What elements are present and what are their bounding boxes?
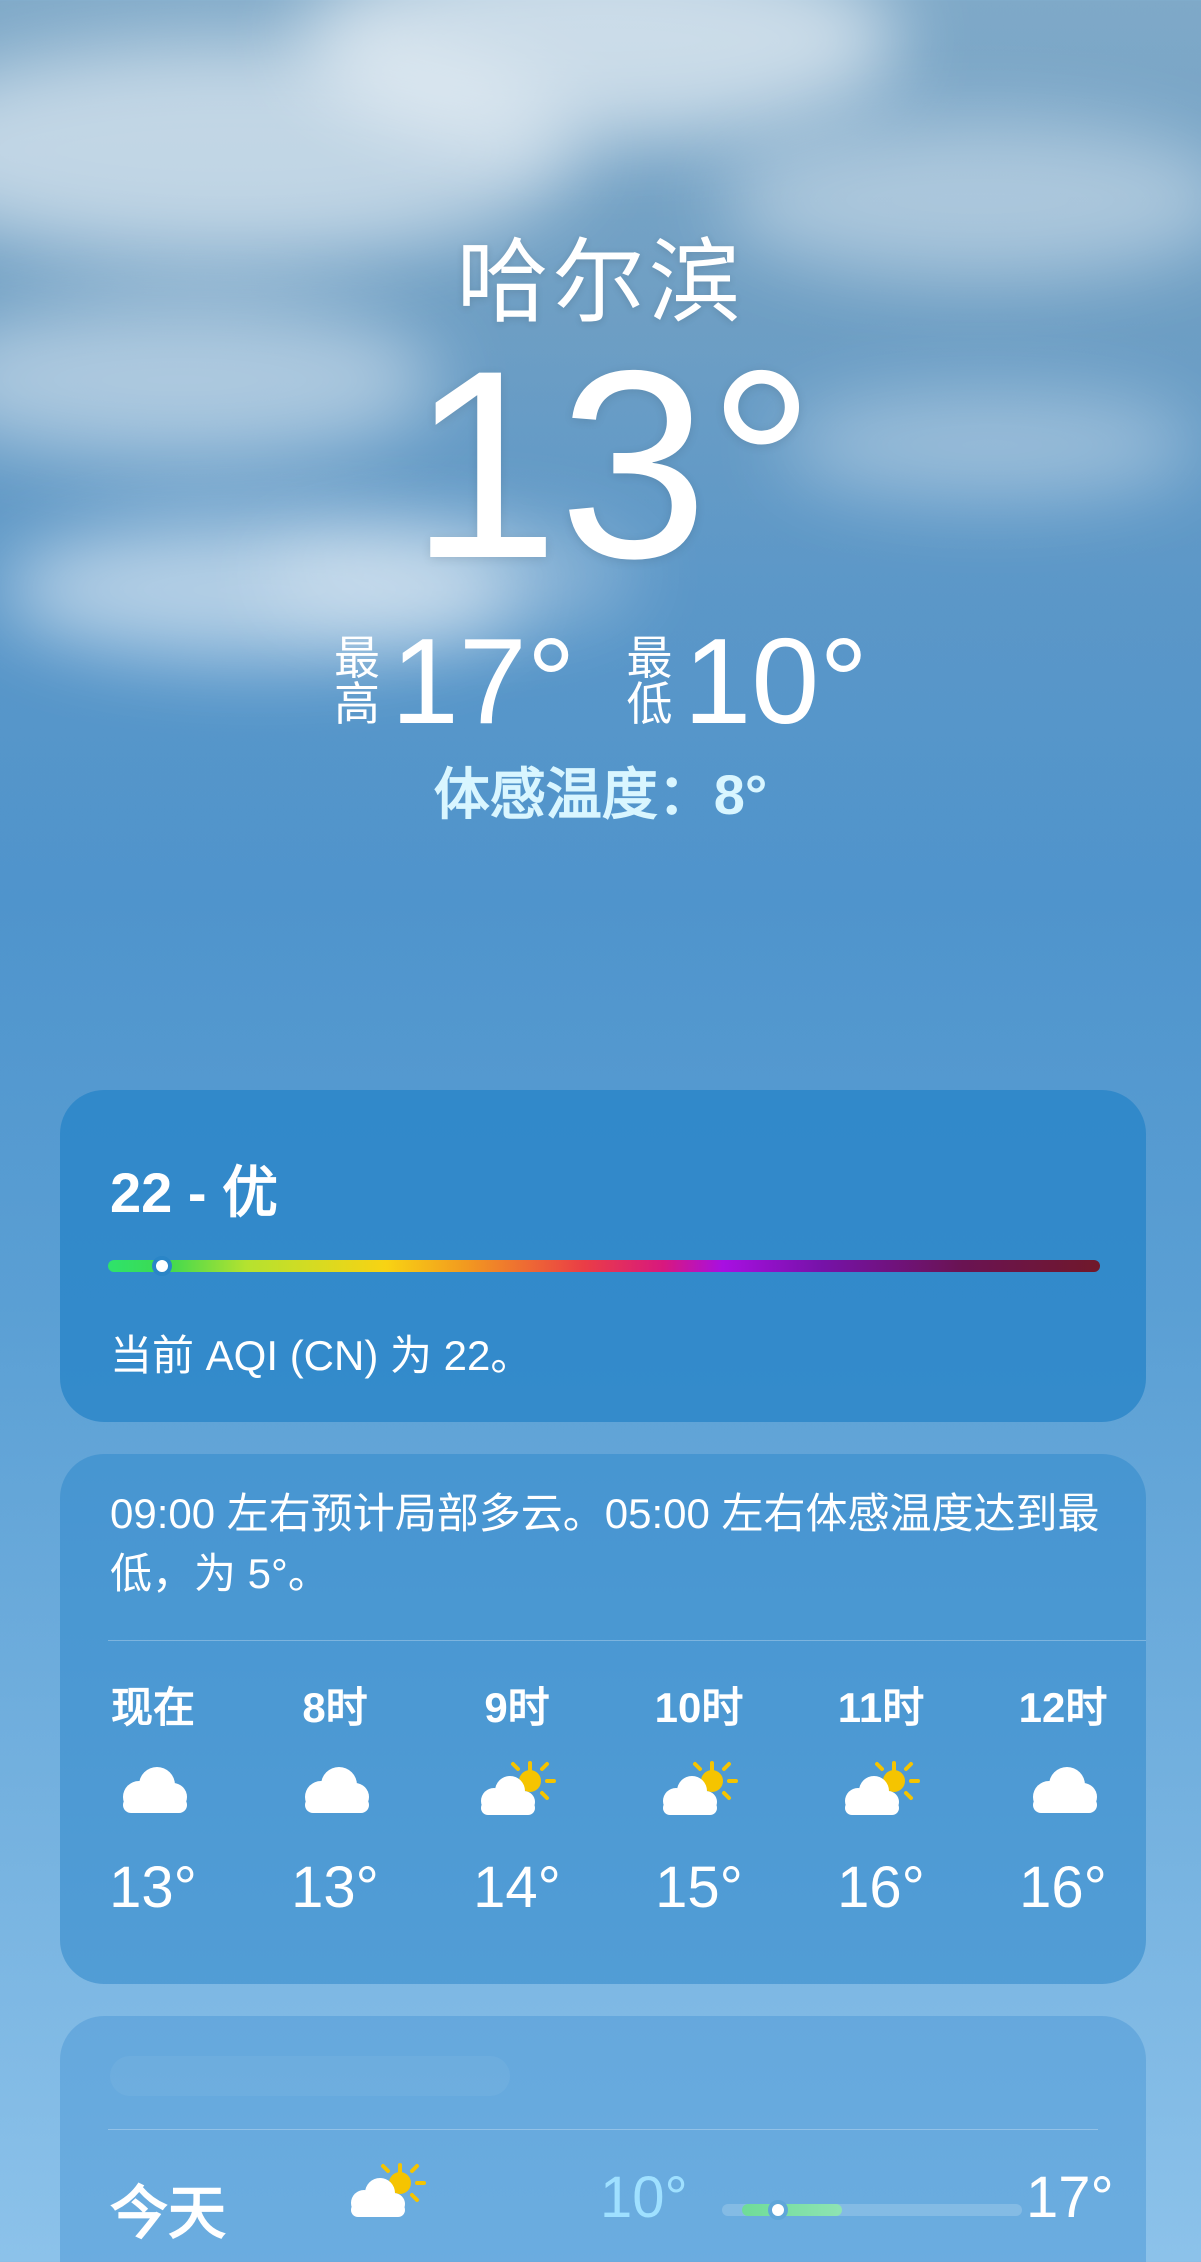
hour-item: 12时 16° <box>988 1674 1138 1921</box>
cloud-icon <box>295 1734 375 1844</box>
feels-like: 体感温度：8° <box>433 763 768 826</box>
day-name: 今天 <box>110 2181 227 2246</box>
hourly-list[interactable]: 现在 13° 8时 13° 9时 14° 10时 15° 11时 16° 12时… <box>78 1674 1138 1921</box>
hour-temp: 16° <box>1019 1855 1107 1920</box>
hour-temp: 14° <box>473 1855 561 1920</box>
aqi-indicator <box>152 1256 172 1276</box>
day-temp-range-fill <box>742 2204 842 2216</box>
cloud-icon <box>113 1734 193 1844</box>
high-label: 最 高 <box>333 635 381 727</box>
partly-sunny-icon <box>654 1734 744 1844</box>
divider <box>108 2129 1098 2130</box>
day-high-temp: 17° <box>1026 2165 1114 2230</box>
partly-sunny-icon <box>836 1734 926 1844</box>
aqi-description: 当前 AQI (CN) 为 22。 <box>110 1332 533 1379</box>
hour-time: 现在 <box>110 1684 195 1731</box>
aqi-card[interactable]: 22 - 优 当前 AQI (CN) 为 22。 <box>60 1090 1146 1422</box>
forecast-summary: 09:00 左右预计局部多云。05:00 左右体感温度达到最低，为 5°。 <box>110 1490 1100 1597</box>
hour-item: 9时 14° <box>442 1674 592 1921</box>
high-label-char-2: 高 <box>334 678 380 730</box>
hour-item: 8时 13° <box>260 1674 410 1921</box>
hour-temp: 13° <box>291 1855 379 1920</box>
hour-item: 现在 13° <box>78 1674 228 1921</box>
divider <box>108 1640 1146 1641</box>
partly-sunny-icon <box>472 1734 562 1844</box>
daily-row[interactable]: 今天 10° 17° <box>110 2156 1114 2256</box>
high-temp-group: 最 高 17° <box>333 620 576 742</box>
cloud-icon <box>1023 1734 1103 1844</box>
current-temp-marker <box>768 2200 788 2220</box>
hour-item: 11时 16° <box>806 1674 956 1921</box>
high-temp: 17° <box>391 613 576 749</box>
hour-time: 11时 <box>837 1684 925 1731</box>
hour-time: 8时 <box>302 1684 368 1731</box>
hour-temp: 13° <box>109 1855 197 1920</box>
high-label-char-1: 最 <box>334 632 380 684</box>
day-temp-range-bar <box>722 2200 1022 2220</box>
current-temperature: 13° <box>409 314 816 614</box>
high-low: 最 高 17° 最 低 10° <box>0 620 1201 742</box>
low-label: 最 低 <box>626 635 674 727</box>
low-label-char-1: 最 <box>626 632 673 684</box>
hour-time: 10时 <box>654 1684 744 1731</box>
hour-item: 10时 15° <box>624 1674 774 1921</box>
partly-sunny-icon <box>342 2156 432 2231</box>
hour-time: 12时 <box>1018 1684 1108 1731</box>
low-temp: 10° <box>683 613 869 749</box>
hour-temp: 15° <box>655 1855 743 1920</box>
hour-temp: 16° <box>837 1855 925 1920</box>
day-low-temp: 10° <box>600 2165 688 2230</box>
low-label-char-2: 低 <box>626 678 673 730</box>
aqi-title: 22 - 优 <box>110 1161 279 1224</box>
daily-forecast-card[interactable]: 今天 10° 17° <box>60 2016 1146 2262</box>
hour-time: 9时 <box>484 1684 550 1731</box>
card-header <box>110 2056 510 2096</box>
low-temp-group: 最 低 10° <box>626 620 869 742</box>
aqi-scale-bar <box>108 1260 1100 1272</box>
hourly-forecast-card[interactable]: 09:00 左右预计局部多云。05:00 左右体感温度达到最低，为 5°。 现在… <box>60 1454 1146 1984</box>
